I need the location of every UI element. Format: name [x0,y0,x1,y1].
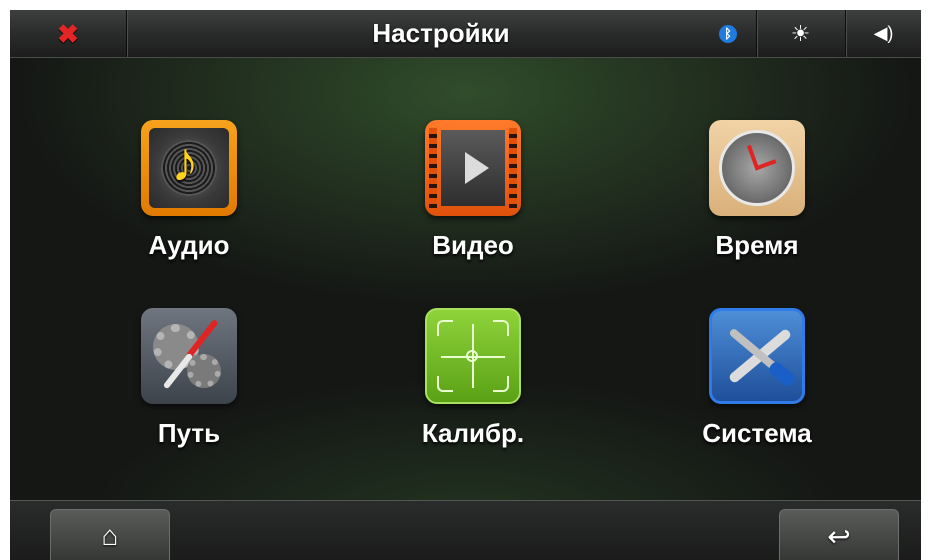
video-icon [425,120,521,216]
volume-button[interactable]: ◀) [846,10,921,57]
volume-icon: ◀) [873,23,894,43]
menu-item-label: Система [702,418,812,448]
crosshair-icon [425,308,521,404]
menu-item-calibrate[interactable]: Калибр. [363,308,583,449]
menu-item-audio[interactable]: ♪ Аудио [79,120,299,261]
tools-icon [709,308,805,404]
menu-item-label: Видео [432,230,514,260]
menu-item-label: Путь [157,418,221,448]
page-title: Настройки [372,18,510,48]
close-icon: ✖ [57,18,79,49]
menu-item-path[interactable]: Путь [79,308,299,449]
bluetooth-icon: ᛒ [719,24,737,43]
menu-item-system[interactable]: Система [647,308,867,449]
top-bar: ✖ Настройки ᛒ ☀ ◀) [10,10,921,58]
home-icon: ⌂ [101,520,119,551]
menu-item-time[interactable]: Время [647,120,867,261]
home-button[interactable]: ⌂ [50,509,170,560]
menu-item-label: Аудио [148,230,230,260]
settings-screen: ✖ Настройки ᛒ ☀ ◀) ♪ Аудио Видео Время П… [10,10,921,560]
compass-icon [141,308,237,404]
brightness-button[interactable]: ☀ [756,10,845,57]
menu-item-label: Время [715,230,799,260]
bottom-bar: ⌂ ↩ [10,500,921,560]
audio-icon: ♪ [141,120,237,216]
close-button[interactable]: ✖ [10,10,126,57]
back-arrow-icon: ↩ [827,520,851,552]
bluetooth-status: ᛒ [700,10,756,57]
back-button[interactable]: ↩ [779,509,899,560]
menu-item-video[interactable]: Видео [363,120,583,261]
menu-item-label: Калибр. [421,418,525,448]
clock-icon [709,120,805,216]
brightness-icon: ☀ [790,20,811,46]
